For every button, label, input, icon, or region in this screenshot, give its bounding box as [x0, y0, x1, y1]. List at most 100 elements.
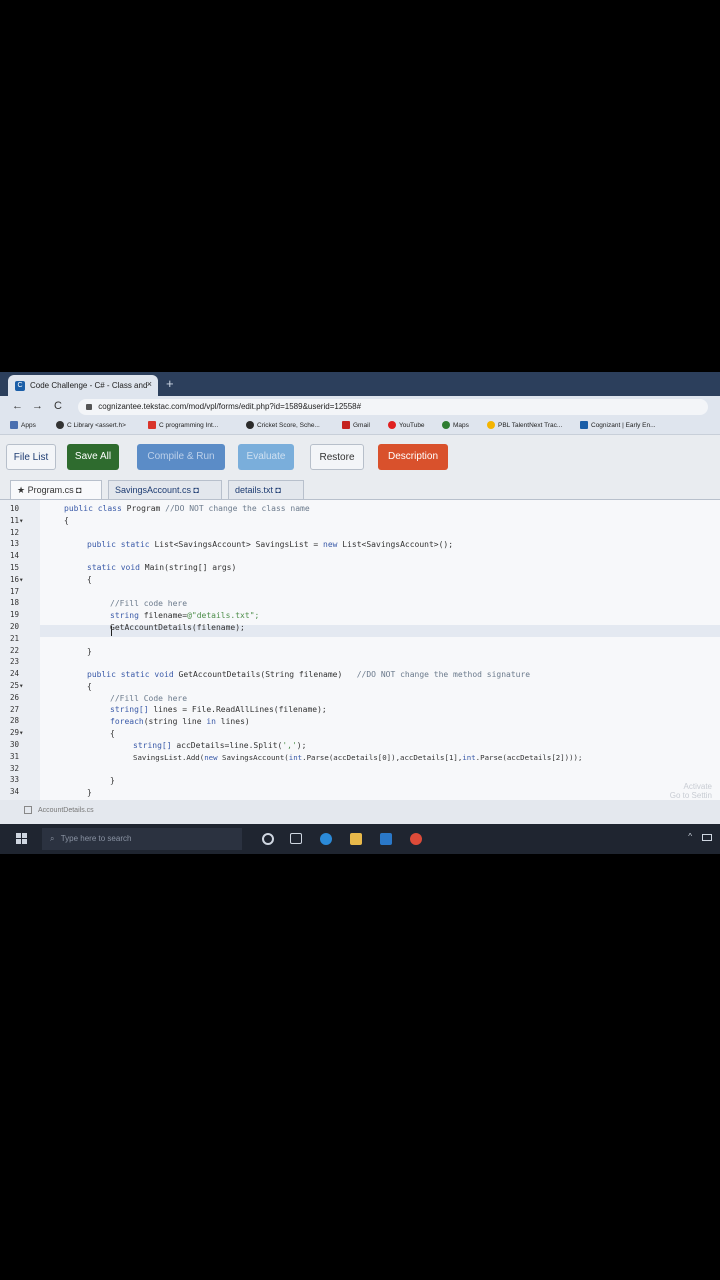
line-number: 24	[10, 669, 20, 679]
cognizant-icon	[580, 421, 588, 429]
tab-savingsaccount-cs[interactable]: SavingsAccount.cs ◘	[108, 480, 222, 499]
url-input[interactable]: cognizantee.tekstac.com/mod/vpl/forms/ed…	[78, 399, 708, 415]
restore-button[interactable]: Restore	[310, 444, 364, 470]
code-line-24: public static void GetAccountDetails(Str…	[87, 670, 531, 679]
compile-run-button[interactable]: Compile & Run	[137, 444, 225, 470]
reload-icon[interactable]: C	[54, 400, 62, 412]
vpl-status-bar: AccountDetails.cs	[0, 800, 720, 824]
code-line-13: public static List<SavingsAccount> Savin…	[87, 540, 454, 549]
line-number: 13	[10, 539, 20, 549]
line-number: 22	[10, 645, 20, 655]
task-view-icon[interactable]	[290, 833, 302, 844]
code-line-18: //Fill code here	[110, 599, 188, 608]
line-number: 12	[10, 527, 20, 537]
windows-start-icon[interactable]	[16, 833, 28, 845]
code-line-25: {	[87, 682, 92, 691]
bookmarks-bar: Apps C Library <assert.h> C programming …	[0, 418, 720, 435]
youtube-icon	[388, 421, 396, 429]
line-number: 18	[10, 598, 20, 608]
laptop-screen: C Code Challenge - C# - Class and × + ← …	[0, 372, 720, 854]
status-file-name[interactable]: AccountDetails.cs	[38, 807, 94, 814]
bookmark-pbl-talentnext[interactable]: PBL TalentNext Trac...	[487, 421, 562, 429]
c-library-icon	[56, 421, 64, 429]
line-number: 23	[10, 657, 20, 667]
browser-tab-strip: C Code Challenge - C# - Class and × +	[0, 372, 720, 396]
new-tab-button[interactable]: +	[166, 376, 174, 391]
file-icon	[24, 806, 32, 814]
description-button[interactable]: Description	[378, 444, 448, 470]
line-number: 32	[10, 763, 20, 773]
forward-icon[interactable]: →	[32, 400, 43, 412]
site-favicon-icon: C	[15, 380, 25, 391]
code-line-28: foreach(string line in lines)	[110, 717, 250, 726]
file-explorer-icon[interactable]	[350, 833, 362, 845]
bookmark-c-library[interactable]: C Library <assert.h>	[56, 421, 126, 429]
tab-program-cs[interactable]: ★ Program.cs ◘	[10, 480, 102, 499]
cortana-icon[interactable]	[262, 833, 274, 845]
bookmark-maps[interactable]: Maps	[442, 421, 469, 429]
edge-icon[interactable]	[320, 833, 332, 845]
line-number: 11▾	[10, 515, 24, 525]
file-tabs: ★ Program.cs ◘ SavingsAccount.cs ◘ detai…	[0, 477, 720, 500]
code-line-10: public class Program //DO NOT change the…	[64, 504, 310, 513]
chrome-icon[interactable]	[410, 833, 422, 845]
pbl-icon	[487, 421, 495, 429]
code-line-19: string filename=@"details.txt";	[110, 611, 260, 620]
line-number: 29▾	[10, 728, 24, 738]
windows-taskbar: ⌕ Type here to search ^	[0, 824, 720, 854]
code-editor[interactable]: 10 11▾ 12 13 14 15 16▾ 17 18 19 20 21 22 23 24 25▾ 26 27 2…	[0, 500, 720, 800]
code-line-34: }	[87, 788, 92, 797]
code-line-15: static void Main(string[] args)	[87, 563, 237, 572]
browser-tab-title: Code Challenge - C# - Class and	[30, 381, 148, 390]
line-number: 14	[10, 551, 20, 561]
bookmark-cricket-score[interactable]: Cricket Score, Sche...	[246, 421, 320, 429]
evaluate-button[interactable]: Evaluate	[238, 444, 294, 470]
line-number: 21	[10, 633, 20, 643]
code-line-20: GetAccountDetails(filename);	[110, 623, 245, 632]
c-programming-icon	[148, 421, 156, 429]
code-line-22: }	[87, 647, 92, 656]
lock-icon	[86, 403, 92, 410]
line-number: 30	[10, 740, 20, 749]
bookmark-apps[interactable]: Apps	[10, 421, 36, 429]
line-number: 31	[10, 751, 20, 761]
bookmark-gmail[interactable]: Gmail	[342, 421, 370, 429]
line-number: 25▾	[10, 681, 24, 690]
line-number: 16▾	[10, 574, 24, 584]
gmail-icon	[342, 421, 350, 429]
code-line-31: SavingsList.Add(new SavingsAccount(int.P…	[133, 753, 583, 762]
back-icon[interactable]: ←	[12, 400, 23, 412]
url-text: cognizantee.tekstac.com/mod/vpl/forms/ed…	[98, 402, 362, 411]
line-number: 33	[10, 775, 20, 785]
maps-icon	[442, 421, 450, 429]
tab-details-txt[interactable]: details.txt ◘	[228, 480, 304, 499]
code-line-26: //Fill Code here	[110, 694, 188, 703]
line-number: 19	[10, 610, 20, 620]
close-tab-icon[interactable]: ×	[147, 379, 152, 389]
line-number: 26	[10, 692, 20, 702]
bookmark-c-programming[interactable]: C programming Int...	[148, 421, 218, 429]
code-line-33: }	[110, 776, 115, 785]
bookmark-youtube[interactable]: YouTube	[388, 421, 425, 429]
line-number: 15	[10, 563, 20, 572]
code-line-29: {	[110, 729, 115, 738]
code-line-30: string[] accDetails=line.Split(',');	[133, 741, 307, 750]
notification-icon[interactable]	[702, 834, 712, 841]
save-all-button[interactable]: Save All	[67, 444, 119, 470]
cricket-icon	[246, 421, 254, 429]
search-icon: ⌕	[50, 834, 55, 843]
file-list-button[interactable]: File List	[6, 444, 56, 470]
store-icon[interactable]	[380, 833, 392, 845]
line-number: 27	[10, 704, 20, 714]
browser-tab[interactable]: C Code Challenge - C# - Class and ×	[8, 375, 158, 396]
apps-grid-icon	[10, 421, 18, 429]
code-line-16: {	[87, 575, 92, 584]
line-number: 28	[10, 716, 20, 726]
line-number: 34	[10, 787, 20, 797]
taskbar-search-input[interactable]: ⌕ Type here to search	[42, 828, 242, 850]
address-bar-row: ← → C cognizantee.tekstac.com/mod/vpl/fo…	[0, 396, 720, 418]
tray-chevron-icon[interactable]: ^	[688, 832, 692, 841]
code-line-27: string[] lines = File.ReadAllLines(filen…	[110, 705, 327, 714]
bookmark-cognizant[interactable]: Cognizant | Early En...	[580, 421, 656, 429]
line-number: 17	[10, 586, 20, 596]
